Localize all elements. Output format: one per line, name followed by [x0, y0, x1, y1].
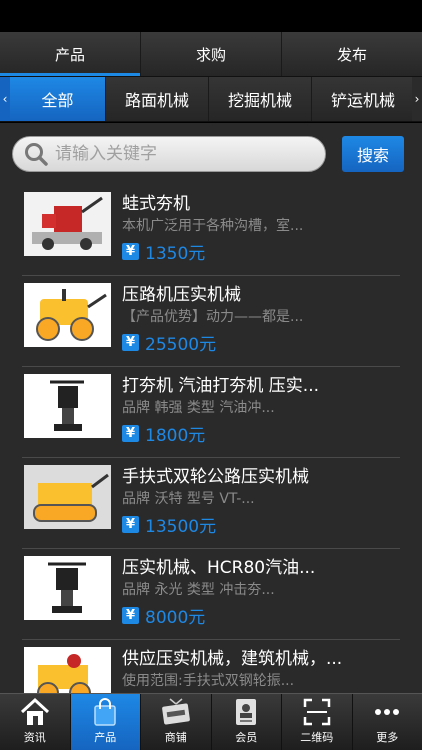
tab-products[interactable]: 产品 — [0, 32, 141, 76]
list-item[interactable]: 压实机械、HCR80汽油... 品牌 永光 类型 冲击夯... ¥ 8000元 — [22, 549, 400, 640]
status-bar — [0, 0, 422, 32]
search-input[interactable] — [55, 144, 305, 164]
list-item[interactable]: 打夯机 汽油打夯机 压实... 品牌 韩强 类型 汽油冲... ¥ 1800元 — [22, 367, 400, 458]
open-sign-icon — [161, 698, 190, 725]
home-icon — [20, 697, 49, 725]
list-item[interactable]: 手扶式双轮公路压实机械 品牌 沃特 型号 VT-... ¥ 13500元 — [22, 458, 400, 549]
nav-products[interactable]: 产品 — [70, 694, 141, 750]
yen-icon: ¥ — [122, 607, 139, 624]
product-price: 1350元 — [145, 244, 206, 264]
qr-scan-icon — [303, 698, 330, 726]
tab-publish[interactable]: 发布 — [282, 32, 422, 76]
product-image-double-roller — [24, 465, 111, 529]
search-box[interactable] — [12, 136, 326, 172]
product-image-roller — [24, 283, 111, 347]
nav-more[interactable]: 更多 — [353, 694, 422, 750]
nav-label: 商铺 — [164, 731, 187, 744]
category-excavating-machinery[interactable]: 挖掘机械 — [209, 77, 312, 121]
id-card-icon — [236, 699, 257, 725]
yen-icon: ¥ — [122, 516, 139, 533]
product-desc: 品牌 永光 类型 冲击夯... — [122, 582, 275, 598]
yen-icon: ¥ — [122, 425, 139, 442]
product-title: 压实机械、HCR80汽油... — [122, 558, 316, 578]
product-title: 蛙式夯机 — [122, 194, 190, 214]
category-all[interactable]: 全部 — [10, 77, 106, 121]
chevron-right-icon[interactable]: › — [412, 77, 422, 121]
category-earthmoving-machinery[interactable]: 铲运机械 — [312, 77, 412, 121]
nav-label: 产品 — [94, 731, 117, 744]
product-image-rammer-hcr80 — [24, 556, 111, 620]
nav-qrcode[interactable]: 二维码 — [282, 694, 353, 750]
yen-icon: ¥ — [122, 243, 139, 260]
yen-icon: ¥ — [122, 334, 139, 351]
nav-shops[interactable]: 商铺 — [141, 694, 212, 750]
list-item[interactable]: 压路机压实机械 【产品优势】动力——都是... ¥ 25500元 — [22, 276, 400, 367]
product-price: 13500元 — [145, 517, 217, 537]
nav-label: 资讯 — [23, 731, 46, 744]
product-price: 8000元 — [145, 608, 206, 628]
tab-wanted[interactable]: 求购 — [141, 32, 282, 76]
product-desc: 使用范围:手扶式双钢轮振... — [122, 673, 295, 689]
nav-label: 会员 — [235, 731, 258, 744]
bottom-nav: 资讯 产品 商铺 会员 二维码 更多 — [0, 693, 422, 750]
product-desc: 品牌 韩强 类型 汽油冲... — [122, 400, 275, 416]
product-desc: 【产品优势】动力——都是... — [122, 309, 304, 325]
top-tabs: 产品 求购 发布 — [0, 32, 422, 77]
category-road-machinery[interactable]: 路面机械 — [106, 77, 209, 121]
product-desc: 品牌 沃特 型号 VT-... — [122, 491, 255, 507]
product-title: 压路机压实机械 — [122, 285, 241, 305]
product-image-rammer — [24, 374, 111, 438]
nav-label: 二维码 — [300, 731, 334, 744]
product-image-tamper-frog — [24, 192, 111, 256]
search-icon — [25, 143, 48, 166]
list-item[interactable]: 蛙式夯机 本机广泛用于各种沟槽，室... ¥ 1350元 — [22, 185, 400, 276]
nav-label: 更多 — [376, 731, 399, 744]
product-price: 25500元 — [145, 335, 217, 355]
search-row: 搜索 — [0, 123, 422, 185]
nav-news[interactable]: 资讯 — [0, 694, 71, 750]
product-list: 蛙式夯机 本机广泛用于各种沟槽，室... ¥ 1350元 压路机压实机械 【产品… — [0, 185, 422, 693]
product-title: 手扶式双轮公路压实机械 — [122, 467, 309, 487]
search-button[interactable]: 搜索 — [342, 136, 404, 172]
product-title: 供应压实机械，建筑机械，... — [122, 649, 343, 669]
chevron-left-icon[interactable]: ‹ — [0, 77, 10, 121]
nav-members[interactable]: 会员 — [212, 694, 282, 750]
list-item[interactable]: 供应压实机械，建筑机械，... 使用范围:手扶式双钢轮振... — [22, 640, 400, 693]
product-desc: 本机广泛用于各种沟槽，室... — [122, 218, 304, 234]
shopping-bag-icon — [94, 698, 116, 726]
product-price: 1800元 — [145, 426, 206, 446]
category-bar: ‹ 全部 路面机械 挖掘机械 铲运机械 › — [0, 77, 422, 122]
product-title: 打夯机 汽油打夯机 压实... — [122, 376, 320, 396]
more-dots-icon — [375, 709, 400, 715]
product-image-compactor — [24, 647, 111, 693]
